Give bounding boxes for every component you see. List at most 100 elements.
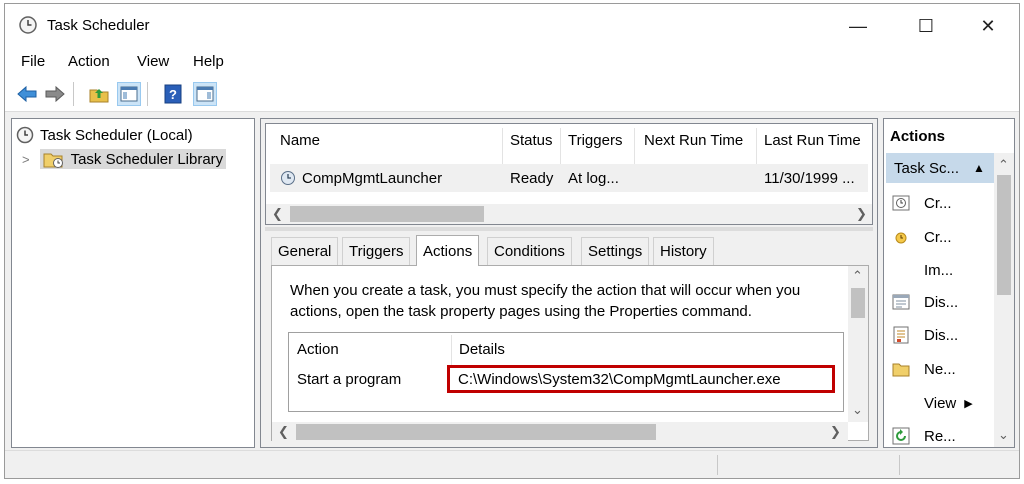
scrollbar-thumb[interactable] xyxy=(851,288,865,318)
tree-item-label: Task Scheduler (Local) xyxy=(40,126,193,144)
task-list: Name Status Triggers Next Run Time Last … xyxy=(265,123,873,225)
actions-pane-vertical-scrollbar[interactable]: ⌃ ⌄ xyxy=(994,153,1014,447)
task-clock-icon xyxy=(281,171,295,185)
action-type-cell[interactable]: Start a program xyxy=(297,371,401,388)
scroll-down-icon[interactable]: ⌄ xyxy=(852,402,863,418)
close-icon: ✕ xyxy=(980,15,996,36)
grid-header-action[interactable]: Action xyxy=(297,341,339,358)
tab-settings[interactable]: Settings xyxy=(581,237,650,265)
toolbar: ? xyxy=(5,76,1019,112)
actions-pane-title: Actions xyxy=(890,128,946,145)
create-basic-task-icon xyxy=(892,195,910,211)
toolbar-separator xyxy=(147,82,148,106)
tab-history[interactable]: History xyxy=(653,237,714,265)
actions-grid: Action Details Start a program C:\Window… xyxy=(288,332,844,412)
tree-expander-icon[interactable]: > xyxy=(22,152,30,167)
scroll-right-icon[interactable]: ❯ xyxy=(856,206,867,222)
actions-tab-vertical-scrollbar[interactable]: ⌃ ⌄ xyxy=(848,266,868,422)
close-button[interactable]: ✕ xyxy=(971,12,1005,40)
menu-action[interactable]: Action xyxy=(68,53,110,70)
up-one-level-button[interactable] xyxy=(87,82,111,106)
show-hide-action-pane-button[interactable] xyxy=(193,82,217,106)
action-import-task[interactable]: Im... xyxy=(892,256,953,284)
forward-button[interactable] xyxy=(43,82,67,106)
column-separator xyxy=(634,128,635,164)
new-folder-icon xyxy=(892,363,910,377)
actions-tab-horizontal-scrollbar[interactable]: ❮ ❯ xyxy=(272,422,848,442)
title-bar: Task Scheduler — ☐ ✕ xyxy=(5,4,1019,48)
task-scheduler-clock-icon xyxy=(19,16,37,34)
action-create-basic-task[interactable]: Cr... xyxy=(892,189,952,217)
show-hide-action-pane-icon xyxy=(196,86,214,102)
menu-view[interactable]: View xyxy=(137,53,169,70)
tab-conditions[interactable]: Conditions xyxy=(487,237,572,265)
window-title: Task Scheduler xyxy=(47,17,150,34)
minimize-icon: — xyxy=(849,15,867,36)
collapse-triangle-icon: ▲ xyxy=(973,161,985,175)
pane-splitter[interactable] xyxy=(265,227,873,231)
scrollbar-thumb[interactable] xyxy=(290,206,484,222)
action-display-running-tasks[interactable]: Dis... xyxy=(892,288,958,316)
column-separator xyxy=(502,128,503,164)
refresh-icon xyxy=(892,427,910,445)
grid-header-details[interactable]: Details xyxy=(459,341,505,358)
display-running-tasks-icon xyxy=(892,294,910,310)
action-refresh[interactable]: Re... xyxy=(892,422,956,450)
console-tree: Task Scheduler (Local) > Task Scheduler … xyxy=(11,118,255,448)
forward-arrow-icon xyxy=(45,85,65,103)
tree-item-label: Task Scheduler Library xyxy=(70,150,224,168)
folder-clock-icon xyxy=(43,153,63,168)
tree-item-task-scheduler-library[interactable]: > Task Scheduler Library xyxy=(22,148,227,170)
column-separator xyxy=(451,335,452,365)
scrollbar-thumb[interactable] xyxy=(997,175,1011,295)
toolbar-separator xyxy=(73,82,74,106)
column-header-last-run-time[interactable]: Last Run Time xyxy=(764,132,861,149)
back-arrow-icon xyxy=(17,85,37,103)
column-header-next-run-time[interactable]: Next Run Time xyxy=(644,132,743,149)
scrollbar-thumb[interactable] xyxy=(296,424,656,440)
scroll-left-icon[interactable]: ❮ xyxy=(278,424,289,440)
show-hide-console-tree-button[interactable] xyxy=(117,82,141,106)
maximize-icon: ☐ xyxy=(917,15,935,36)
scroll-left-icon[interactable]: ❮ xyxy=(272,206,283,222)
actions-tab-panel: When you create a task, you must specify… xyxy=(271,265,869,442)
column-header-name[interactable]: Name xyxy=(280,132,320,149)
disable-history-icon xyxy=(893,326,909,344)
back-button[interactable] xyxy=(15,82,39,106)
scroll-up-icon[interactable]: ⌃ xyxy=(852,268,863,284)
task-status-cell: Ready xyxy=(510,170,554,187)
column-header-status[interactable]: Status xyxy=(510,132,553,149)
task-list-horizontal-scrollbar[interactable]: ❮ ❯ xyxy=(266,204,872,224)
action-disable-all-tasks-history[interactable]: Dis... xyxy=(892,321,958,349)
tab-triggers[interactable]: Triggers xyxy=(342,237,411,265)
help-button[interactable]: ? xyxy=(161,82,185,106)
maximize-button[interactable]: ☐ xyxy=(909,12,943,40)
column-separator xyxy=(756,128,757,164)
action-details-cell: C:\Windows\System32\CompMgmtLauncher.exe xyxy=(458,371,781,388)
create-task-icon xyxy=(895,232,907,244)
task-scheduler-window: Task Scheduler — ☐ ✕ File Action View He… xyxy=(4,3,1020,479)
menu-file[interactable]: File xyxy=(21,53,45,70)
action-new-folder[interactable]: Ne... xyxy=(892,355,956,383)
minimize-button[interactable]: — xyxy=(841,12,875,40)
up-folder-icon xyxy=(89,89,109,103)
task-last-run-cell: 11/30/1999 ... xyxy=(764,170,855,187)
scroll-right-icon[interactable]: ❯ xyxy=(830,424,841,440)
menu-bar: File Action View Help xyxy=(5,48,1019,76)
action-create-task[interactable]: Cr... xyxy=(892,223,952,251)
column-header-triggers[interactable]: Triggers xyxy=(568,132,622,149)
scroll-down-icon[interactable]: ⌄ xyxy=(998,427,1009,443)
actions-group-header[interactable]: Task Sc... ▲ xyxy=(886,153,994,183)
action-view-submenu[interactable]: View ▶ xyxy=(892,389,973,417)
tab-actions[interactable]: Actions xyxy=(416,235,480,266)
task-details-pane: Name Status Triggers Next Run Time Last … xyxy=(260,118,878,448)
actions-description: When you create a task, you must specify… xyxy=(290,282,801,320)
task-name-cell[interactable]: CompMgmtLauncher xyxy=(302,170,442,187)
status-separator xyxy=(899,455,900,475)
menu-help[interactable]: Help xyxy=(193,53,224,70)
scroll-up-icon[interactable]: ⌃ xyxy=(998,157,1009,173)
tab-general[interactable]: General xyxy=(271,237,339,265)
highlighted-details-cell[interactable]: C:\Windows\System32\CompMgmtLauncher.exe xyxy=(447,365,835,393)
actions-pane: Actions Task Sc... ▲ Cr... Cr... Im... D… xyxy=(883,118,1015,448)
tree-item-task-scheduler-local[interactable]: Task Scheduler (Local) xyxy=(16,124,193,146)
